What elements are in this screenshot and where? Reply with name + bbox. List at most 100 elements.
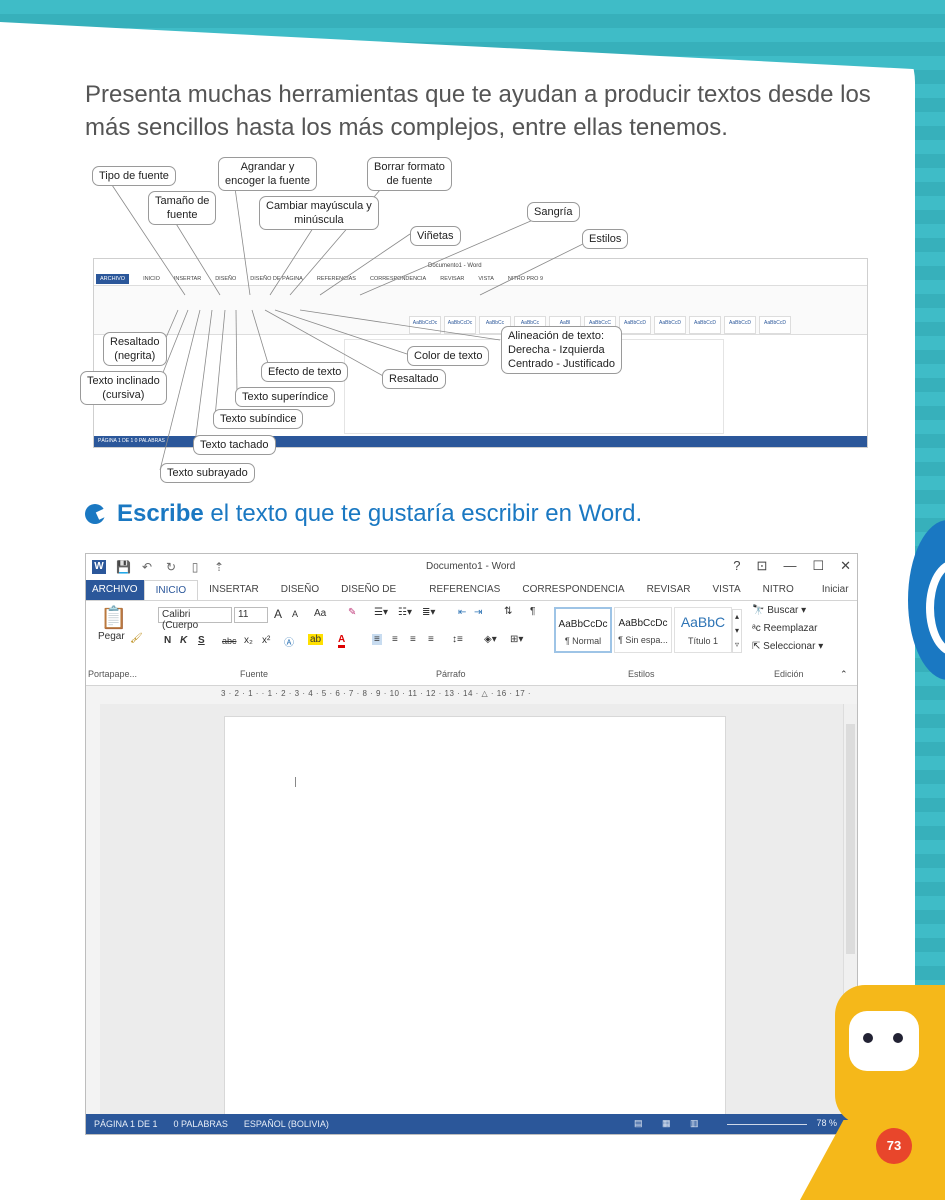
instruction-text: Escribe el texto que te gustaría escribi…: [117, 500, 642, 528]
underline-button[interactable]: S: [198, 635, 205, 646]
tab-referencias[interactable]: REFERENCIAS: [418, 580, 511, 600]
clear-formatting-icon[interactable]: ✎: [348, 607, 356, 618]
tab-diseno[interactable]: DISEÑO: [270, 580, 330, 600]
mini-tab: VISTA: [478, 275, 494, 282]
instruction-rest: el texto que te gustaría escribir en Wor…: [210, 500, 643, 527]
callout-superindice: Texto superíndice: [235, 387, 336, 407]
highlight-icon[interactable]: ab: [308, 634, 324, 645]
style-titulo-1[interactable]: AaBbC Título 1: [674, 607, 732, 653]
ribbon-display-button[interactable]: ⊡: [757, 558, 768, 574]
callout-subindice: Texto subíndice: [213, 409, 304, 429]
strikethrough-button[interactable]: abc: [222, 636, 237, 646]
mini-tab: DISEÑO: [215, 275, 237, 282]
tab-archivo[interactable]: ARCHIVO: [86, 580, 144, 600]
web-layout-icon[interactable]: ▥: [690, 1118, 699, 1129]
align-center-icon[interactable]: ≡: [392, 634, 398, 645]
tab-nitro[interactable]: NITRO PRO 9: [752, 580, 818, 615]
help-button[interactable]: ?: [733, 558, 740, 574]
new-document-icon[interactable]: ▯: [188, 560, 202, 574]
tab-vista[interactable]: VISTA: [702, 580, 752, 600]
justify-icon[interactable]: ≡: [428, 634, 434, 645]
paste-icon[interactable]: 📋: [100, 605, 127, 631]
collapse-ribbon-icon[interactable]: ⌃: [840, 669, 848, 680]
sort-icon[interactable]: ⇅: [504, 606, 512, 617]
maximize-button[interactable]: ☐: [812, 558, 824, 574]
callout-text: Texto tachado: [200, 439, 269, 451]
paste-button[interactable]: Pegar: [98, 631, 125, 642]
callout-text: fuente: [166, 209, 198, 221]
font-name-select[interactable]: Calibri (Cuerpo: [158, 607, 232, 631]
callout-text: de fuente: [386, 175, 433, 187]
bullets-icon[interactable]: ☰▾: [374, 607, 388, 618]
mini-style-swatch: AaBbCcD: [619, 316, 651, 334]
tab-correspondencia[interactable]: CORRESPONDENCIA: [511, 580, 635, 600]
numbering-icon[interactable]: ☷▾: [398, 607, 412, 618]
sign-in-link[interactable]: Iniciar ses: [818, 580, 857, 615]
align-right-icon[interactable]: ≡: [410, 634, 416, 645]
font-color-button[interactable]: A: [338, 634, 346, 648]
show-marks-icon[interactable]: ¶: [530, 606, 535, 617]
callout-tachado: Texto tachado: [193, 435, 276, 455]
increase-indent-icon[interactable]: ⇥: [474, 607, 482, 618]
document-page[interactable]: [224, 716, 726, 1134]
replace-button[interactable]: ᵃc Reemplazar: [752, 623, 817, 634]
change-case-button[interactable]: Aa: [314, 608, 326, 619]
text-effects-icon[interactable]: Ⓐ: [284, 634, 294, 649]
subscript-button[interactable]: x₂: [244, 635, 253, 646]
style-normal[interactable]: AaBbCcDc ¶ Normal: [554, 607, 612, 653]
customize-qat-icon[interactable]: ⇡: [212, 560, 226, 574]
styles-scroll-icon[interactable]: ▴ ▾ ▿: [732, 609, 742, 653]
callout-text: encoger la fuente: [225, 175, 311, 187]
tab-revisar[interactable]: REVISAR: [636, 580, 702, 600]
callout-text: Texto subrayado: [167, 467, 248, 479]
tab-diseno-pagina[interactable]: DISEÑO DE PÁGINA: [330, 580, 418, 615]
tab-insertar[interactable]: INSERTAR: [198, 580, 270, 600]
line-spacing-icon[interactable]: ↕≡: [452, 634, 463, 645]
font-size-select[interactable]: 11: [234, 607, 268, 623]
mini-style-swatch: AaBbCcD: [759, 316, 791, 334]
redo-icon[interactable]: ↻: [164, 560, 178, 574]
bold-button[interactable]: N: [164, 635, 171, 646]
format-painter-icon[interactable]: 🖌: [130, 633, 143, 644]
callout-sangria: Sangría: [527, 202, 580, 222]
callout-text: Resaltado: [110, 336, 160, 348]
status-words[interactable]: 0 PALABRAS: [174, 1119, 228, 1129]
mini-style-swatch: AaBbCcD: [689, 316, 721, 334]
mini-tabs: ARCHIVO INICIO INSERTAR DISEÑO DISEÑO DE…: [94, 272, 867, 285]
italic-button[interactable]: K: [180, 635, 187, 646]
callout-text: Tamaño de: [155, 195, 210, 207]
style-sin-espaciado[interactable]: AaBbCcDc ¶ Sin espa...: [614, 607, 672, 653]
shrink-font-button[interactable]: A: [292, 609, 298, 619]
borders-icon[interactable]: ⊞▾: [510, 634, 523, 645]
callout-text: Sangría: [534, 206, 573, 218]
callout-resaltado-negrita: Resaltado (negrita): [103, 332, 167, 366]
undo-icon[interactable]: ↶: [140, 560, 154, 574]
instruction: Escribe el texto que te gustaría escribi…: [85, 500, 642, 528]
group-label-parrafo: Párrafo: [436, 669, 466, 679]
tab-inicio[interactable]: INICIO: [143, 580, 199, 600]
superscript-button[interactable]: x²: [262, 635, 270, 646]
vertical-ruler: [86, 704, 100, 1122]
save-icon[interactable]: 💾: [116, 560, 131, 574]
read-mode-icon[interactable]: ▤: [634, 1118, 643, 1129]
mini-tab: DISEÑO DE PÁGINA: [250, 275, 303, 282]
decrease-indent-icon[interactable]: ⇤: [458, 607, 466, 618]
print-layout-icon[interactable]: ▦: [662, 1118, 671, 1129]
status-language[interactable]: ESPAÑOL (BOLIVIA): [244, 1119, 329, 1129]
close-button[interactable]: ✕: [840, 558, 851, 574]
select-button[interactable]: ⇱ Seleccionar ▾: [752, 641, 823, 652]
scrollbar-thumb[interactable]: [846, 724, 855, 954]
grow-font-button[interactable]: A: [274, 607, 282, 621]
robot-face: [849, 1011, 919, 1071]
shading-icon[interactable]: ◈▾: [484, 634, 497, 645]
status-page[interactable]: PÁGINA 1 DE 1: [94, 1119, 158, 1129]
minimize-button[interactable]: —: [783, 558, 796, 574]
replace-label: Reemplazar: [763, 623, 818, 634]
zoom-level[interactable]: 78 %: [816, 1118, 837, 1128]
mini-titlebar: Documento1 - Word: [94, 259, 867, 272]
find-button[interactable]: 🔭 Buscar ▾: [752, 605, 806, 616]
multilevel-list-icon[interactable]: ≣▾: [422, 607, 435, 618]
robot-eye: [863, 1033, 873, 1043]
zoom-slider[interactable]: [727, 1124, 807, 1125]
align-left-icon[interactable]: ≡: [372, 634, 382, 645]
